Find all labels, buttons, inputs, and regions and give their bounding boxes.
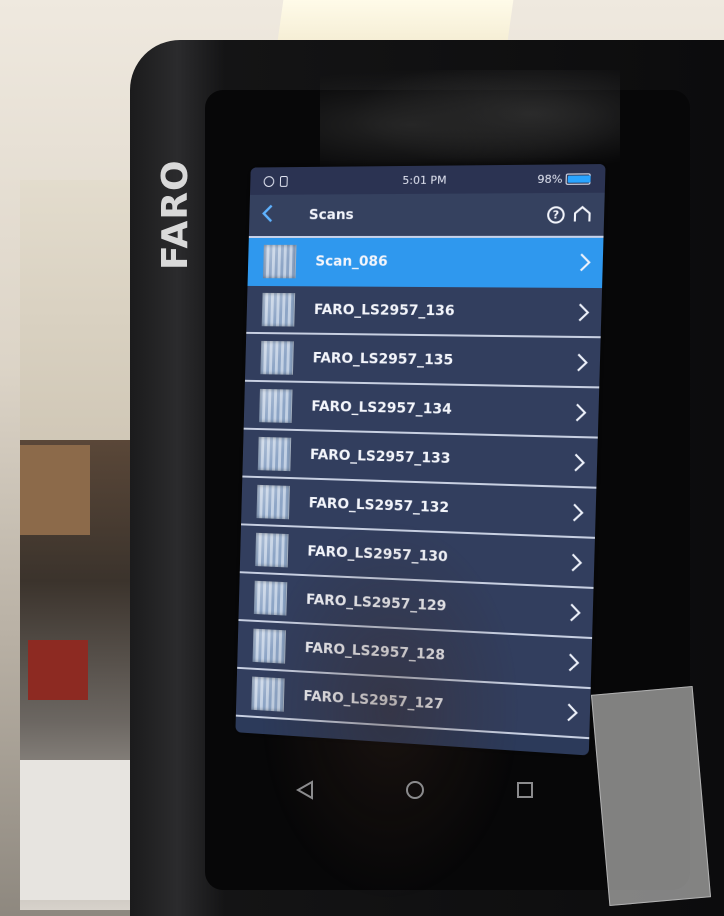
- chevron-right-icon: [575, 352, 590, 373]
- scan-name: FARO_LS2957_135: [312, 349, 454, 369]
- chevron-right-icon: [572, 452, 587, 473]
- title-bar: Scans ?: [248, 192, 605, 238]
- tape-strip: [590, 685, 712, 907]
- scan-list-item[interactable]: Scan_086: [247, 237, 604, 289]
- scan-thumbnail: [259, 388, 293, 423]
- background-box: [20, 760, 130, 900]
- scan-name: FARO_LS2957_128: [304, 639, 446, 664]
- scan-name: FARO_LS2957_129: [305, 591, 447, 615]
- scan-thumbnail: [253, 580, 288, 616]
- home-icon[interactable]: [573, 205, 592, 223]
- device-screen: 5:01 PM 98% Scans ? Scan_086 FARO_LS2957_…: [235, 164, 606, 756]
- photo-scene: FARO 5:01 PM 98% Scans ? Scan_086 FARO_L…: [0, 0, 724, 916]
- scan-name: FARO_LS2957_130: [307, 543, 449, 565]
- chevron-right-icon: [578, 252, 593, 272]
- scan-name: FARO_LS2957_133: [309, 446, 451, 467]
- scan-list: Scan_086 FARO_LS2957_136 FARO_LS2957_135 FA…: [235, 237, 604, 740]
- battery-icon: [565, 172, 591, 185]
- help-circle-icon[interactable]: ?: [546, 205, 565, 224]
- scan-thumbnail: [251, 676, 285, 712]
- home-circle-icon[interactable]: [404, 779, 426, 801]
- chevron-right-icon: [570, 502, 585, 523]
- android-nav-bar: [250, 760, 580, 820]
- chevron-right-icon: [566, 652, 581, 673]
- battery-percent: 98%: [537, 172, 563, 186]
- status-bar: 5:01 PM 98%: [249, 164, 606, 195]
- scan-name: FARO_LS2957_136: [313, 301, 455, 319]
- globe-icon: [263, 175, 275, 187]
- scan-thumbnail: [252, 628, 286, 664]
- chevron-right-icon: [568, 602, 583, 623]
- device-brand-logo: FARO: [155, 159, 196, 270]
- chevron-right-icon: [573, 402, 588, 423]
- recents-square-icon[interactable]: [514, 779, 536, 801]
- status-icons: [263, 175, 288, 187]
- scan-thumbnail: [261, 292, 296, 327]
- battery-fill: [567, 174, 591, 183]
- back-triangle-icon[interactable]: [294, 779, 316, 801]
- scan-thumbnail: [255, 532, 289, 567]
- scan-list-item[interactable]: FARO_LS2957_136: [246, 285, 603, 339]
- chevron-right-icon: [576, 302, 591, 323]
- battery-indicator: 98%: [537, 172, 591, 186]
- back-button[interactable]: [261, 203, 287, 228]
- scan-thumbnail: [256, 484, 290, 519]
- background-box: [28, 640, 88, 700]
- status-time: 5:01 PM: [402, 173, 447, 187]
- scan-thumbnail: [262, 244, 297, 278]
- chevron-left-icon: [261, 203, 275, 223]
- scan-thumbnail: [260, 340, 294, 375]
- page-title: Scans: [308, 207, 354, 224]
- chevron-right-icon: [565, 701, 580, 722]
- scan-name: FARO_LS2957_132: [308, 494, 450, 516]
- background-box: [20, 445, 90, 535]
- scan-thumbnail: [257, 436, 292, 471]
- scan-list-item[interactable]: FARO_LS2957_135: [244, 333, 601, 389]
- scan-name: FARO_LS2957_134: [311, 398, 453, 418]
- scan-name: Scan_086: [315, 253, 388, 270]
- chevron-right-icon: [569, 552, 584, 573]
- scan-name: FARO_LS2957_127: [303, 687, 444, 713]
